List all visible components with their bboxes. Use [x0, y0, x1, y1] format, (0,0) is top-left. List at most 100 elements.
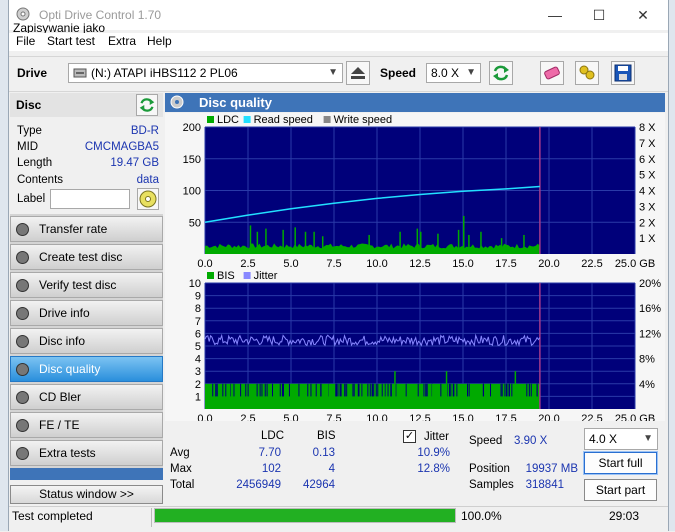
- disc-mid-value: CMCMAGBA5: [84, 141, 159, 153]
- x-tick-label: 5.0: [283, 413, 298, 421]
- y-tick-label: 9: [195, 291, 201, 303]
- nav-drive-info[interactable]: Drive info: [10, 300, 163, 326]
- chevron-down-icon: ▼: [643, 433, 653, 444]
- bis-spike: [407, 383, 410, 409]
- bis-gap: [272, 383, 274, 397]
- background-window: [0, 0, 8, 531]
- bis-gap: [357, 383, 359, 397]
- tools-button[interactable]: [575, 61, 599, 85]
- ldc-spike: [420, 231, 422, 254]
- wrench-icon: [579, 65, 595, 80]
- nav-label: Transfer rate: [39, 222, 108, 236]
- x-tick-label: 22.5: [581, 258, 602, 270]
- menu-help[interactable]: Help: [147, 34, 172, 48]
- x-tick-label: 0.0: [197, 258, 212, 270]
- bis-gap: [426, 383, 428, 397]
- disc-contents-key: Contents: [17, 174, 64, 186]
- samples-value: 318841: [525, 479, 564, 491]
- speed-label: Speed: [380, 66, 417, 80]
- menu-start-test[interactable]: Start test: [47, 34, 95, 48]
- position-value: 19937 MB: [525, 463, 578, 475]
- avg-bis: 0.13: [312, 447, 335, 459]
- legend-label: Read speed: [254, 114, 313, 126]
- bis-gap: [511, 383, 513, 397]
- ldc-spike: [457, 229, 460, 254]
- ldc-spike: [294, 227, 296, 254]
- bis-gap: [344, 383, 346, 397]
- y2-tick-label: 6 X: [639, 154, 656, 166]
- nav-create-test-disc[interactable]: Create test disc: [10, 244, 163, 270]
- bis-gap: [526, 383, 528, 397]
- disc-label-input[interactable]: [50, 189, 130, 209]
- eject-button[interactable]: [346, 61, 370, 85]
- legend-label: Jitter: [254, 270, 278, 282]
- y2-tick-label: 16%: [639, 303, 661, 315]
- bis-gap: [352, 383, 354, 397]
- maximize-button[interactable]: ☐: [577, 0, 621, 30]
- nav-verify-test-disc[interactable]: Verify test disc: [10, 272, 163, 298]
- close-button[interactable]: ✕: [621, 0, 665, 30]
- start-part-button[interactable]: Start part: [584, 479, 657, 501]
- refresh-disc-button[interactable]: [136, 94, 158, 116]
- col-bis-header: BIS: [317, 430, 336, 442]
- disc-label-button[interactable]: [137, 188, 159, 210]
- nav-disc-info[interactable]: Disc info: [10, 328, 163, 354]
- menu-extra[interactable]: Extra: [108, 34, 136, 48]
- nav-transfer-rate[interactable]: Transfer rate: [10, 216, 163, 242]
- jitter-checkbox[interactable]: ✓: [403, 430, 416, 443]
- y-tick-label: 2: [195, 379, 201, 391]
- refresh-speed-button[interactable]: [489, 61, 513, 85]
- x-tick-label: 7.5: [326, 413, 341, 421]
- minimize-button[interactable]: —: [533, 0, 577, 30]
- y-tick-label: 5: [195, 341, 201, 353]
- progress-label: 100.0%: [461, 509, 502, 523]
- nav-label: Extra tests: [39, 446, 96, 460]
- x-tick-label: 20.0: [538, 258, 559, 270]
- floppy-icon: [614, 64, 632, 82]
- bis-gap: [288, 383, 290, 397]
- bis-spike: [291, 383, 293, 409]
- bis-gap: [261, 383, 263, 397]
- save-button[interactable]: [611, 61, 635, 85]
- nav-icon: [16, 335, 29, 348]
- nav-cd-bler[interactable]: CD Bler: [10, 384, 163, 410]
- bis-gap: [536, 383, 538, 397]
- disc-label-key: Label: [17, 193, 46, 205]
- legend-swatch: [243, 116, 251, 123]
- nav-fe-te[interactable]: FE / TE: [10, 412, 163, 438]
- samples-label: Samples: [469, 479, 514, 491]
- speed-value: 8.0 X: [431, 66, 460, 80]
- y2-tick-label: 12%: [639, 328, 661, 340]
- ldc-spike: [463, 215, 465, 254]
- test-speed-select[interactable]: 4.0 X ▼: [584, 428, 658, 450]
- menu-file[interactable]: File: [16, 34, 35, 48]
- app-icon: [16, 7, 30, 21]
- nav-icon: [16, 363, 29, 376]
- erase-button[interactable]: [540, 61, 564, 85]
- speed-select[interactable]: 8.0 X ▼: [426, 63, 481, 83]
- avg-jitter: 10.9%: [417, 447, 450, 459]
- nav-icon: [16, 223, 29, 236]
- disc-length-value: 19.47 GB: [110, 157, 159, 169]
- x-tick-label: 20.0: [538, 413, 559, 421]
- bis-gap: [500, 383, 502, 397]
- start-full-button[interactable]: Start full: [583, 451, 658, 475]
- bis-spike: [514, 371, 517, 409]
- bis-gap: [216, 383, 218, 397]
- disc-quality-title: Disc quality: [199, 95, 272, 110]
- y-tick-label: 100: [183, 186, 201, 198]
- bis-gap: [222, 383, 224, 397]
- nav-extra-tests[interactable]: Extra tests: [10, 440, 163, 466]
- avg-ldc: 7.70: [258, 447, 281, 459]
- bis-spike: [445, 371, 448, 409]
- bis-spike: [385, 383, 388, 409]
- x-tick-label: 5.0: [283, 258, 298, 270]
- bis-gap: [247, 383, 249, 397]
- nav-icon: [16, 307, 29, 320]
- nav-disc-quality[interactable]: Disc quality: [10, 356, 163, 382]
- status-window-button[interactable]: Status window >>: [10, 485, 163, 504]
- drive-label: Drive: [17, 66, 48, 80]
- app-window: Opti Drive Control 1.70 Zapisywanie jako…: [8, 0, 669, 532]
- bis-spike: [432, 383, 434, 409]
- drive-select[interactable]: (N:) ATAPI iHBS112 2 PL06 ▼: [68, 63, 343, 83]
